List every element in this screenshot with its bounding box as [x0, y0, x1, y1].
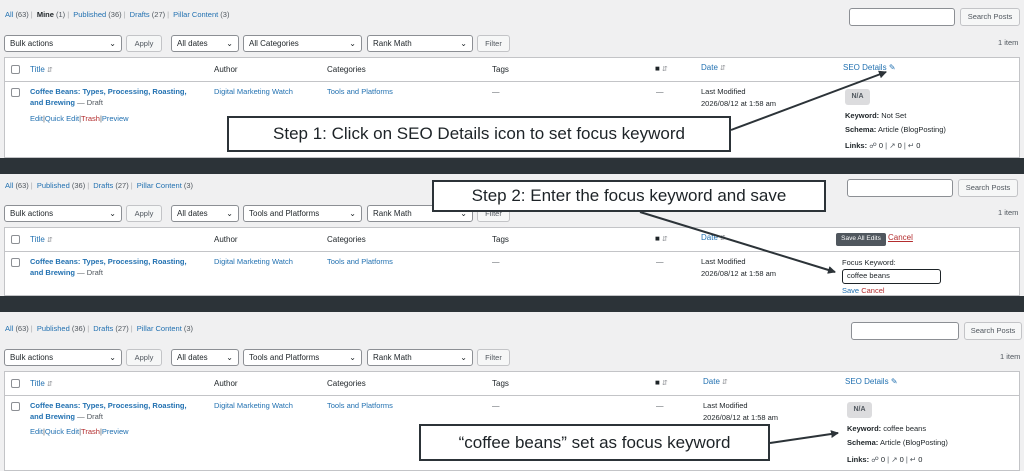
- step2-arrow: [639, 211, 836, 274]
- step1-arrow: [730, 70, 887, 131]
- annotation-arrows: [639, 70, 887, 444]
- step3-arrow: [769, 430, 839, 444]
